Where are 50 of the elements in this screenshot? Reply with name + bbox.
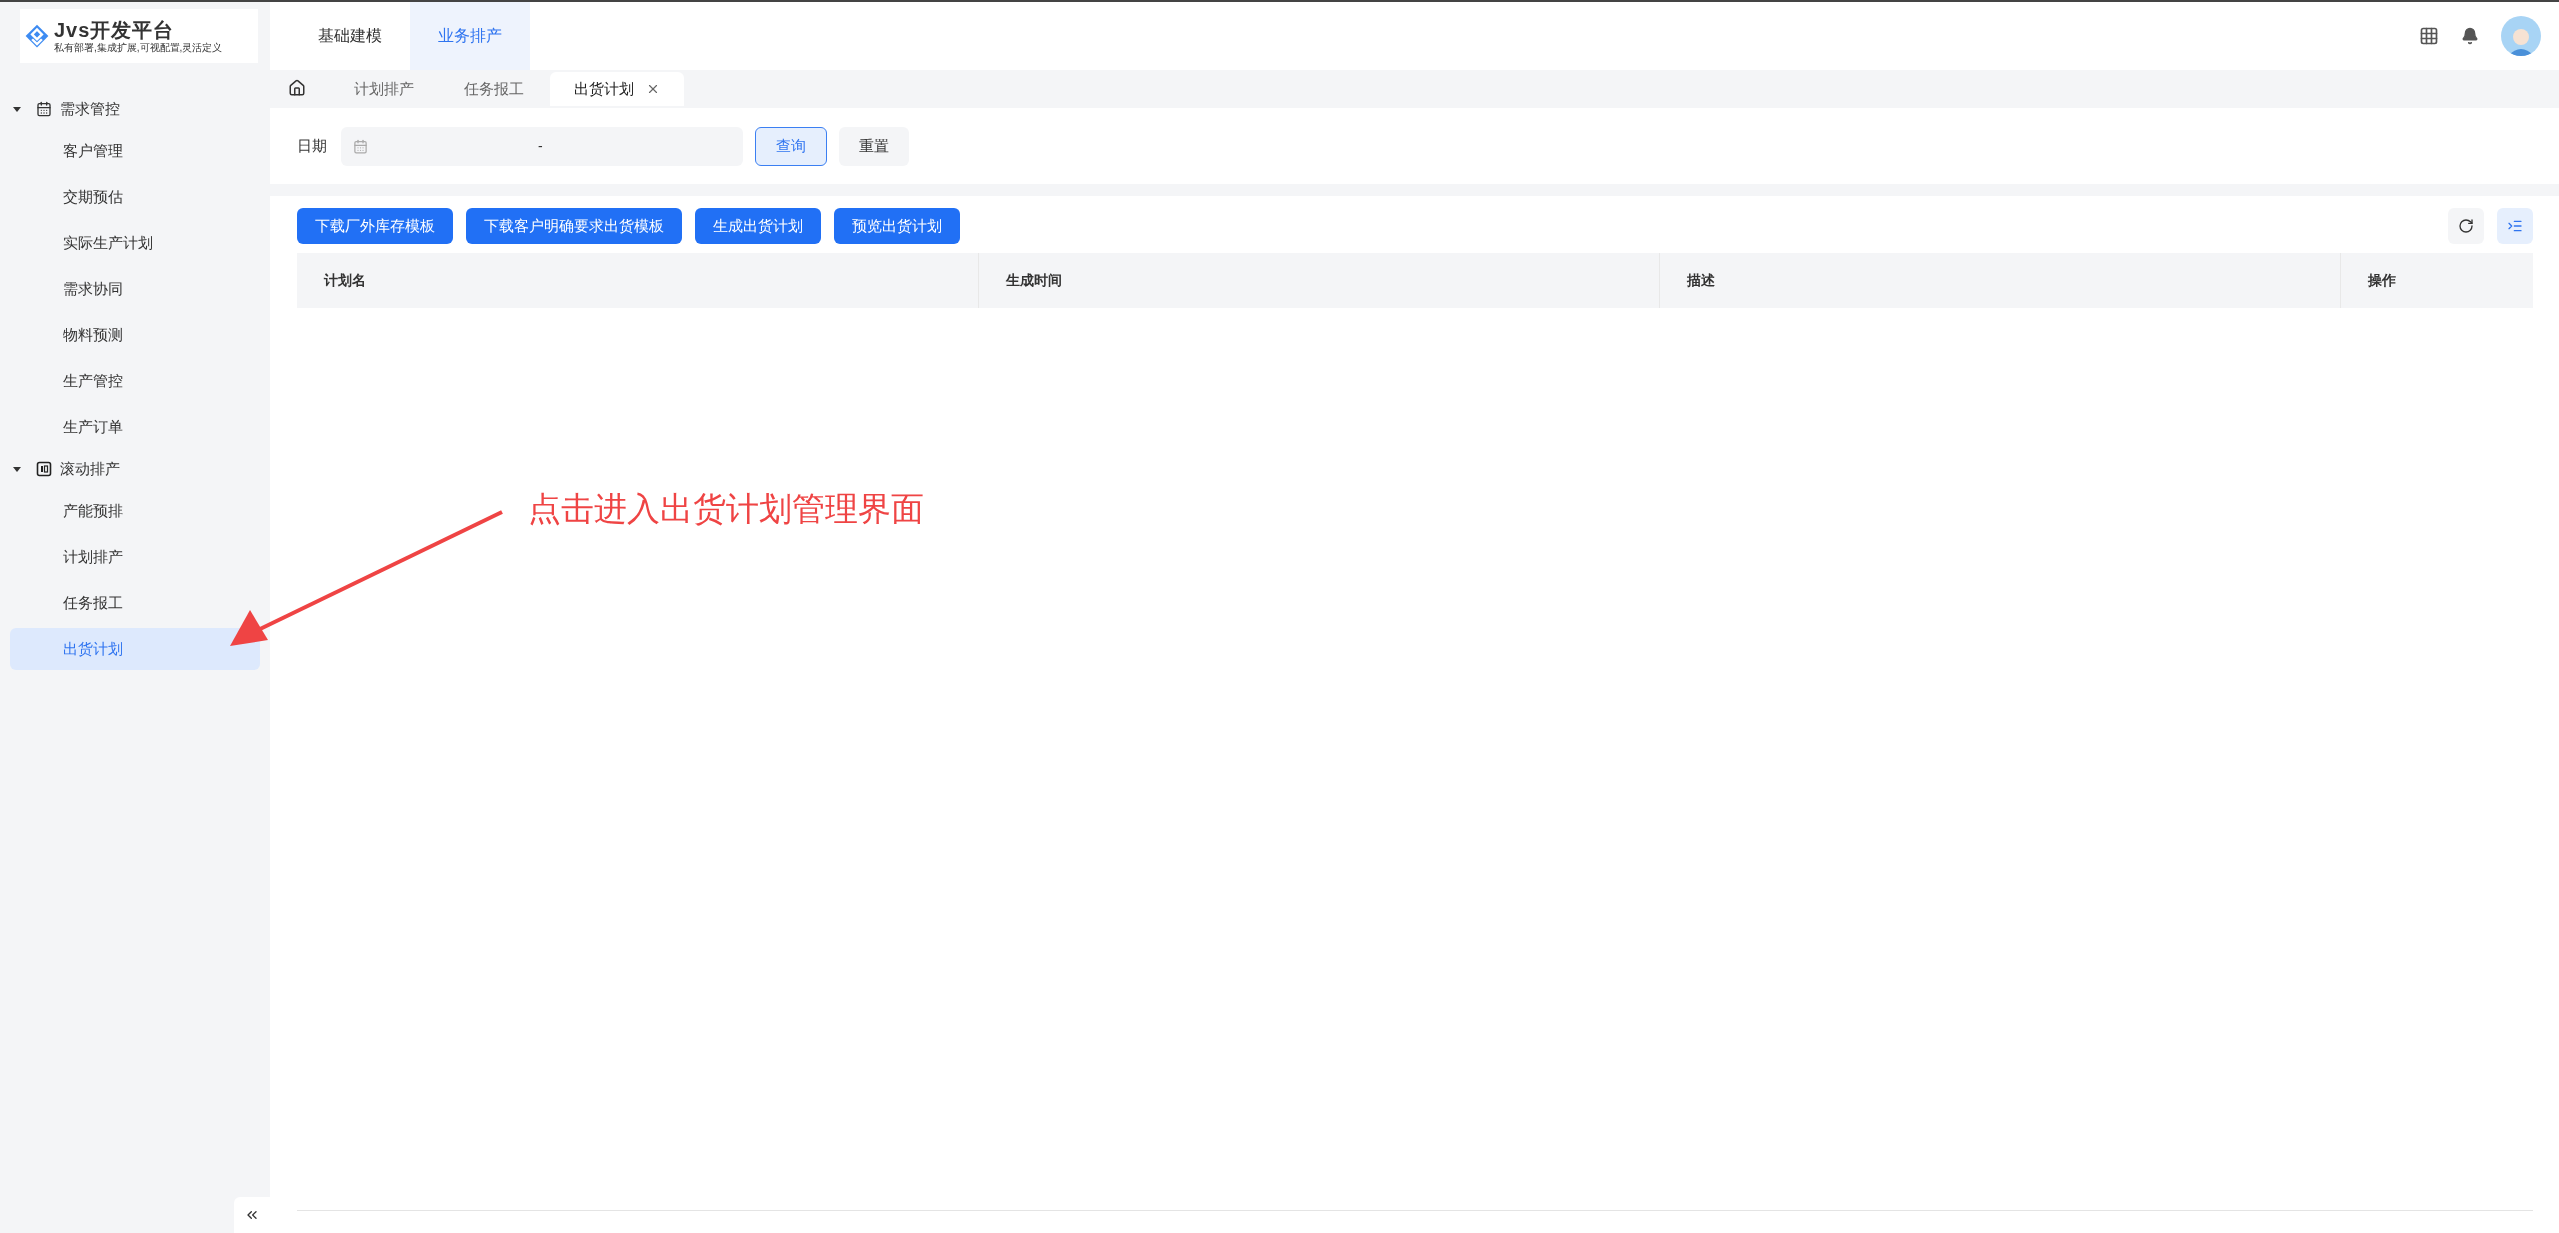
reset-button[interactable]: 重置: [839, 126, 909, 166]
page-tab[interactable]: 出货计划: [550, 72, 684, 106]
sidebar-item[interactable]: 产能预排: [10, 490, 260, 532]
action-button[interactable]: 下载客户明确要求出货模板: [466, 208, 682, 244]
logo-subtitle: 私有部署,集成扩展,可视配置,灵活定义: [54, 42, 223, 54]
column-settings-button[interactable]: [2497, 208, 2533, 244]
column-header: 操作: [2340, 253, 2533, 308]
sidebar-item[interactable]: 需求协同: [10, 268, 260, 310]
caret-down-icon: [12, 464, 22, 474]
sidebar-item[interactable]: 生产管控: [10, 360, 260, 402]
refresh-icon: [2458, 218, 2474, 234]
page-tab[interactable]: 计划排产: [330, 72, 438, 106]
calendar-icon: [36, 101, 52, 117]
indent-list-icon: [2507, 218, 2523, 234]
apps-grid-icon[interactable]: [2419, 26, 2439, 46]
sidebar-item[interactable]: 实际生产计划: [10, 222, 260, 264]
close-icon[interactable]: [646, 82, 660, 96]
filter-label: 日期: [297, 135, 327, 156]
sidebar-item[interactable]: 交期预估: [10, 176, 260, 218]
column-header: 描述: [1659, 253, 2341, 308]
refresh-button[interactable]: [2448, 208, 2484, 244]
sidebar-item[interactable]: 出货计划: [10, 628, 260, 670]
calendar-icon: [353, 138, 368, 154]
action-button[interactable]: 预览出货计划: [834, 208, 960, 244]
sidebar-item[interactable]: 任务报工: [10, 582, 260, 624]
user-avatar[interactable]: [2501, 16, 2541, 56]
column-header: 生成时间: [978, 253, 1659, 308]
framed-square-icon: [36, 461, 52, 477]
caret-down-icon: [12, 104, 22, 114]
sidebar-item[interactable]: 物料预测: [10, 314, 260, 356]
sidebar-group[interactable]: 滚动排产: [0, 450, 270, 488]
top-nav-tab[interactable]: 业务排产: [410, 2, 530, 70]
action-button[interactable]: 下载厂外库存模板: [297, 208, 453, 244]
sidebar-item[interactable]: 生产订单: [10, 406, 260, 448]
page-tab[interactable]: 任务报工: [440, 72, 548, 106]
sidebar-item[interactable]: 计划排产: [10, 536, 260, 578]
logo-icon: [24, 23, 50, 49]
date-range-field[interactable]: -: [341, 126, 743, 166]
home-icon[interactable]: [288, 79, 306, 97]
column-header: 计划名: [322, 271, 367, 290]
sidebar-group[interactable]: 需求管控: [0, 90, 270, 128]
notification-bell-icon[interactable]: [2461, 27, 2479, 45]
sidebar-item[interactable]: 客户管理: [10, 130, 260, 172]
annotation-text: 点击进入出货计划管理界面: [528, 489, 924, 529]
top-nav-tab[interactable]: 基础建模: [290, 2, 410, 70]
logo-title: Jvs开发平台: [54, 18, 176, 42]
collapse-sidebar-button[interactable]: [234, 1197, 270, 1233]
action-button[interactable]: 生成出货计划: [695, 208, 821, 244]
query-button[interactable]: 查询: [755, 126, 827, 166]
range-separator: -: [538, 136, 543, 156]
